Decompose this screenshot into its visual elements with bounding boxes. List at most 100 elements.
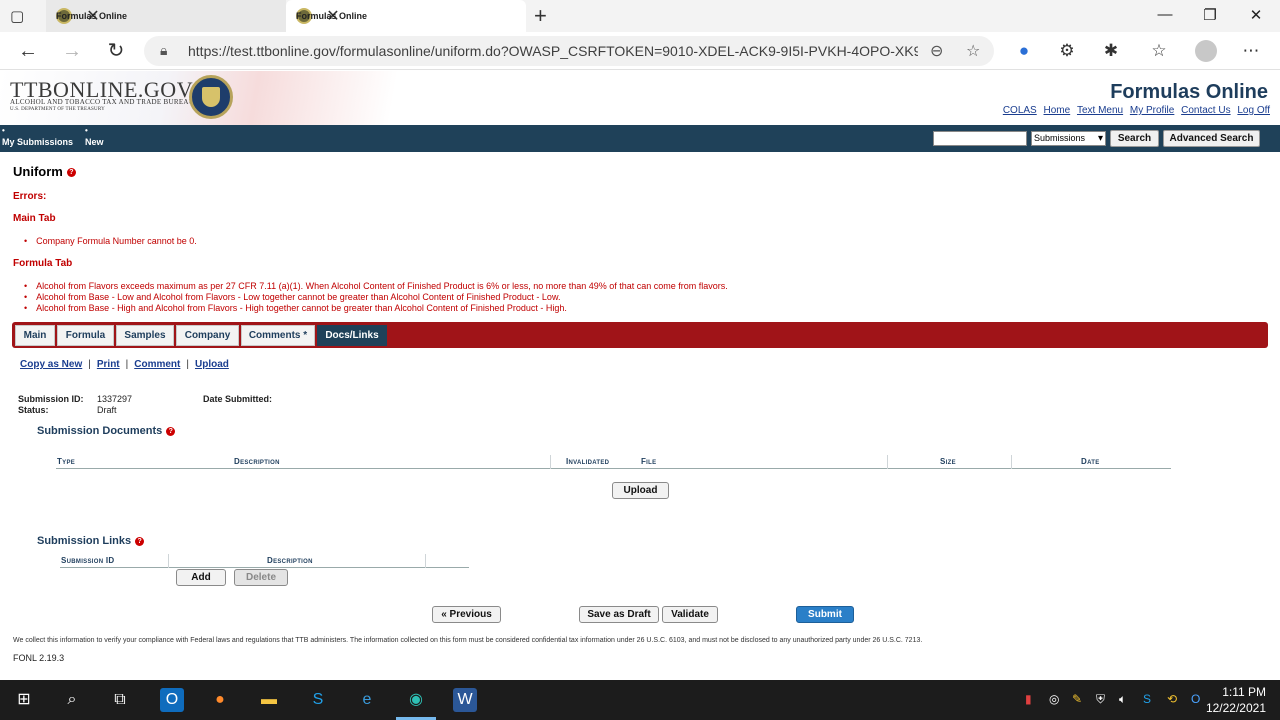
nav-my-submissions[interactable]: • My Submissions xyxy=(2,126,74,148)
main-tab-error-list: Company Formula Number cannot be 0. xyxy=(24,236,197,247)
skype-icon[interactable]: S xyxy=(306,688,330,712)
close-window-icon[interactable]: ✕ xyxy=(1246,6,1266,24)
submission-id-value: 1337297 xyxy=(97,394,133,404)
column-divider xyxy=(1011,455,1012,469)
nav-bullet: • xyxy=(2,126,5,135)
main-nav: • My Submissions • New Submissions Searc… xyxy=(0,125,1280,152)
help-icon[interactable]: ? xyxy=(166,426,176,436)
minimize-icon[interactable]: — xyxy=(1155,6,1175,23)
windows-start-icon[interactable]: ⊞ xyxy=(12,688,36,712)
nav-new[interactable]: • New xyxy=(85,127,104,148)
upload-button[interactable]: Upload xyxy=(612,482,669,499)
version-label: FONL 2.19.3 xyxy=(13,653,65,663)
search-type-select[interactable]: Submissions xyxy=(1031,131,1106,146)
tab-formula[interactable]: Formula xyxy=(57,325,114,346)
tray-sync-icon[interactable]: ⟲ xyxy=(1167,692,1177,706)
help-icon[interactable]: ? xyxy=(135,536,145,546)
extensions-icon[interactable]: ✱ xyxy=(1100,41,1122,61)
search-button[interactable]: Search xyxy=(1110,130,1159,147)
favorites-icon[interactable]: ☆ xyxy=(1148,41,1170,61)
column-divider xyxy=(550,455,551,469)
link-contact-us[interactable]: Contact Us xyxy=(1181,105,1230,116)
add-link-button[interactable]: Add xyxy=(176,569,226,586)
extension-drop-icon[interactable]: ● xyxy=(1013,41,1035,61)
advanced-search-button[interactable]: Advanced Search xyxy=(1163,130,1260,147)
url-text[interactable]: https://test.ttbonline.gov/formulasonlin… xyxy=(188,43,918,59)
tab-company[interactable]: Company xyxy=(176,325,239,346)
internet-explorer-icon[interactable]: e xyxy=(355,688,379,712)
back-icon[interactable]: ← xyxy=(16,39,40,63)
firefox-icon[interactable]: ● xyxy=(208,688,232,712)
validate-button[interactable]: Validate xyxy=(662,606,718,623)
new-tab-icon[interactable]: + xyxy=(534,3,547,29)
tab-actions-icon[interactable]: ▢ xyxy=(10,7,38,25)
volume-icon[interactable]: 🔈︎ xyxy=(1119,692,1126,707)
error-item: Alcohol from Base - Low and Alcohol from… xyxy=(24,292,728,303)
treasury-seal-icon xyxy=(189,75,233,119)
file-explorer-icon[interactable]: ▬ xyxy=(257,688,281,712)
tray-network-app-icon[interactable]: ◎ xyxy=(1049,692,1059,706)
link-my-profile[interactable]: My Profile xyxy=(1130,105,1174,116)
link-text-menu[interactable]: Text Menu xyxy=(1077,105,1123,116)
word-icon[interactable]: W xyxy=(453,688,477,712)
tray-outlook-icon[interactable]: O xyxy=(1191,692,1200,706)
comment-link[interactable]: Comment xyxy=(134,359,180,370)
tray-pen-icon[interactable]: ✎ xyxy=(1072,692,1082,706)
browser-tab-1[interactable]: Formulas Online ✕ xyxy=(46,0,286,32)
favorite-star-icon[interactable]: ☆ xyxy=(966,41,980,61)
submit-button[interactable]: Submit xyxy=(796,606,854,623)
tab-main[interactable]: Main xyxy=(15,325,55,346)
profile-avatar[interactable] xyxy=(1195,40,1217,62)
main-tab-error-heading: Main Tab xyxy=(13,213,56,224)
column-header: Submission ID xyxy=(61,556,115,565)
nav-label: My Submissions xyxy=(2,137,74,147)
delete-link-button[interactable]: Delete xyxy=(234,569,288,586)
zoom-icon[interactable]: ⊖ xyxy=(930,41,943,61)
browser-tab-title: Formulas Online xyxy=(56,11,128,21)
upload-link[interactable]: Upload xyxy=(195,359,229,370)
help-icon[interactable]: ? xyxy=(66,168,76,178)
tab-docs-links[interactable]: Docs/Links xyxy=(317,325,387,346)
column-header: Description xyxy=(267,556,313,565)
extension-puzzle-tool-icon[interactable]: ⚙ xyxy=(1056,41,1078,61)
error-item: Alcohol from Base - High and Alcohol fro… xyxy=(24,303,728,314)
column-header: File xyxy=(641,457,657,466)
tab-comments[interactable]: Comments * xyxy=(241,325,315,346)
section-title-text: Submission Links xyxy=(37,535,132,547)
url-field[interactable]: 🔒︎ https://test.ttbonline.gov/formulason… xyxy=(144,36,994,66)
print-link[interactable]: Print xyxy=(97,359,120,370)
tray-app-icon[interactable]: ▮ xyxy=(1025,692,1032,706)
copy-as-new-link[interactable]: Copy as New xyxy=(20,359,82,370)
windows-taskbar: ⊞ ⌕ ⧉ O ● ▬ S e ◉ W ▮ ◎ ✎ ⛨ 🔈︎ S ⟲ O 1:1… xyxy=(0,680,1280,720)
search-input[interactable] xyxy=(933,131,1027,146)
nav-label: New xyxy=(85,137,104,147)
page-title: Uniform? xyxy=(13,164,76,179)
outlook-icon[interactable]: O xyxy=(160,688,184,712)
search-icon[interactable]: ⌕ xyxy=(60,688,84,712)
more-menu-icon[interactable]: ⋯ xyxy=(1240,41,1262,61)
refresh-icon[interactable]: ↻ xyxy=(104,39,128,63)
save-as-draft-button[interactable]: Save as Draft xyxy=(579,606,659,623)
link-colas[interactable]: COLAS xyxy=(1003,105,1037,116)
site-title: Formulas Online xyxy=(1110,81,1268,103)
status-label: Status: xyxy=(18,405,49,415)
previous-button[interactable]: « Previous xyxy=(432,606,501,623)
action-links: Copy as New | Print | Comment | Upload xyxy=(20,359,229,370)
browser-tab-2[interactable]: Formulas Online ✕ xyxy=(286,0,526,32)
forward-icon[interactable]: → xyxy=(60,39,84,63)
privacy-notice: We collect this information to verify yo… xyxy=(13,637,923,644)
tray-shield-icon[interactable]: ⛨ xyxy=(1096,692,1105,707)
column-header: Type xyxy=(57,457,76,466)
edge-icon[interactable]: ◉ xyxy=(404,688,428,712)
submission-documents-title: Submission Documents? xyxy=(37,425,176,437)
tray-skype-icon[interactable]: S xyxy=(1143,692,1151,706)
tab-samples[interactable]: Samples xyxy=(116,325,174,346)
link-home[interactable]: Home xyxy=(1044,105,1071,116)
system-clock[interactable]: 1:11 PM 12/22/2021 xyxy=(1206,684,1266,716)
lock-icon[interactable]: 🔒︎ xyxy=(160,42,167,59)
clock-date: 12/22/2021 xyxy=(1205,701,1266,715)
link-log-off[interactable]: Log Off xyxy=(1237,105,1270,116)
logo-subtitle: ALCOHOL AND TOBACCO TAX AND TRADE BUREAU xyxy=(10,98,195,106)
restore-icon[interactable]: ❐ xyxy=(1200,6,1220,24)
task-view-icon[interactable]: ⧉ xyxy=(108,688,132,712)
